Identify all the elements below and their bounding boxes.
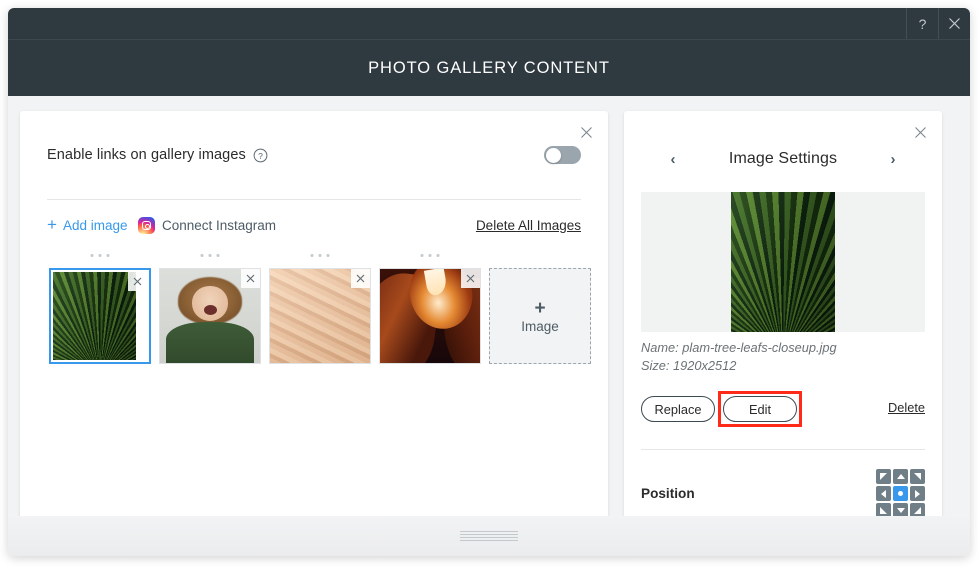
window-close-button[interactable]: [938, 8, 970, 39]
close-icon: [133, 277, 142, 286]
add-image-label: Add image: [62, 218, 128, 233]
close-icon: [949, 18, 960, 29]
replace-button[interactable]: Replace: [641, 396, 715, 422]
image-settings-title: Image Settings: [728, 150, 838, 167]
content-area: Enable links on gallery images ? + Add i…: [8, 96, 970, 556]
position-cell-left[interactable]: [876, 486, 891, 501]
panel-divider: [47, 199, 581, 200]
arrow-down-right-icon: [914, 507, 921, 514]
thumbnail-canyon[interactable]: [379, 268, 481, 364]
thumbnail-dunes[interactable]: [269, 268, 371, 364]
thumbnail-woman[interactable]: [159, 268, 261, 364]
chevron-left-icon: ‹: [670, 150, 676, 168]
image-settings-close-button[interactable]: [908, 120, 932, 144]
preview-image: [731, 192, 835, 332]
arrow-up-left-icon: [880, 473, 887, 480]
position-label: Position: [641, 486, 695, 501]
help-button[interactable]: ?: [906, 8, 938, 39]
window-titlebar: ?: [8, 8, 970, 39]
help-icon: ?: [918, 15, 927, 32]
edit-button[interactable]: Edit: [723, 396, 797, 422]
plus-icon: +: [534, 297, 546, 319]
image-settings-panel: ‹ Image Settings › Name: plam-tree-leafs…: [624, 111, 942, 543]
delete-image-link[interactable]: Delete: [888, 400, 925, 415]
drag-handle-icon[interactable]: [420, 254, 440, 257]
drag-handle-icon[interactable]: [310, 254, 330, 257]
thumbnail-remove-button[interactable]: [241, 269, 260, 288]
add-image-button[interactable]: + Add image: [47, 215, 128, 234]
image-action-buttons: Replace Edit Delete: [641, 391, 925, 427]
connect-instagram-label: Connect Instagram: [162, 218, 277, 233]
image-name-line: Name: plam-tree-leafs-closeup.jpg: [641, 340, 837, 355]
window-shell: ? PHOTO GALLERY CONTENT Enable links on …: [8, 8, 970, 556]
instagram-icon: [138, 217, 155, 234]
enable-links-toggle[interactable]: [544, 146, 581, 164]
app-root: ? PHOTO GALLERY CONTENT Enable links on …: [0, 0, 978, 572]
thumbnail-palm[interactable]: [49, 268, 151, 364]
position-grid: [876, 469, 925, 518]
image-preview: [641, 192, 925, 332]
enable-links-row: Enable links on gallery images ?: [47, 146, 581, 164]
close-icon: [914, 126, 926, 138]
thumbnail-remove-button[interactable]: [461, 269, 480, 288]
resize-grip-handle[interactable]: [460, 531, 518, 541]
close-icon: [246, 274, 255, 283]
position-cell-right[interactable]: [910, 486, 925, 501]
chevron-right-icon: ›: [890, 150, 896, 168]
add-image-tile-label: Image: [521, 318, 559, 334]
panel-resize-bar: [8, 516, 970, 556]
next-image-button[interactable]: ›: [882, 148, 904, 170]
enable-links-label: Enable links on gallery images: [47, 147, 246, 163]
position-cell-up-right[interactable]: [910, 469, 925, 484]
drag-handle-icon[interactable]: [200, 254, 220, 257]
gallery-actions-row: + Add image Connect Instagram Delete All…: [47, 215, 581, 239]
image-metadata: Name: plam-tree-leafs-closeup.jpg Size: …: [641, 339, 925, 375]
connect-instagram-button[interactable]: Connect Instagram: [138, 217, 276, 234]
thumbnail-remove-button[interactable]: [351, 269, 370, 288]
arrow-up-right-icon: [914, 473, 921, 480]
position-cell-up[interactable]: [893, 469, 908, 484]
position-cell-center[interactable]: [893, 486, 908, 501]
gallery-content-panel: Enable links on gallery images ? + Add i…: [20, 111, 608, 543]
previous-image-button[interactable]: ‹: [662, 148, 684, 170]
drag-handle-icon[interactable]: [90, 254, 110, 257]
image-settings-divider: [641, 449, 925, 450]
close-icon: [356, 274, 365, 283]
arrow-up-icon: [896, 474, 905, 479]
arrow-right-icon: [915, 489, 920, 498]
position-row: Position: [641, 469, 925, 519]
svg-text:?: ?: [258, 150, 263, 160]
thumbnail-remove-button[interactable]: [128, 272, 147, 291]
center-dot-icon: [898, 491, 903, 496]
arrow-left-icon: [881, 489, 886, 498]
arrow-down-icon: [896, 508, 905, 513]
add-image-tile[interactable]: + Image: [489, 268, 591, 364]
toggle-knob: [545, 147, 561, 163]
close-icon: [580, 126, 592, 138]
gallery-panel-close-button[interactable]: [574, 120, 598, 144]
arrow-down-left-icon: [880, 507, 887, 514]
image-size-line: Size: 1920x2512: [641, 358, 737, 373]
plus-icon: +: [47, 215, 57, 234]
page-header: PHOTO GALLERY CONTENT: [8, 39, 970, 96]
question-mark-circle-icon[interactable]: ?: [253, 148, 268, 163]
position-cell-up-left[interactable]: [876, 469, 891, 484]
page-title: PHOTO GALLERY CONTENT: [368, 58, 610, 77]
image-settings-header: ‹ Image Settings ›: [624, 145, 942, 173]
close-icon: [466, 274, 475, 283]
delete-all-images-link[interactable]: Delete All Images: [476, 218, 581, 233]
